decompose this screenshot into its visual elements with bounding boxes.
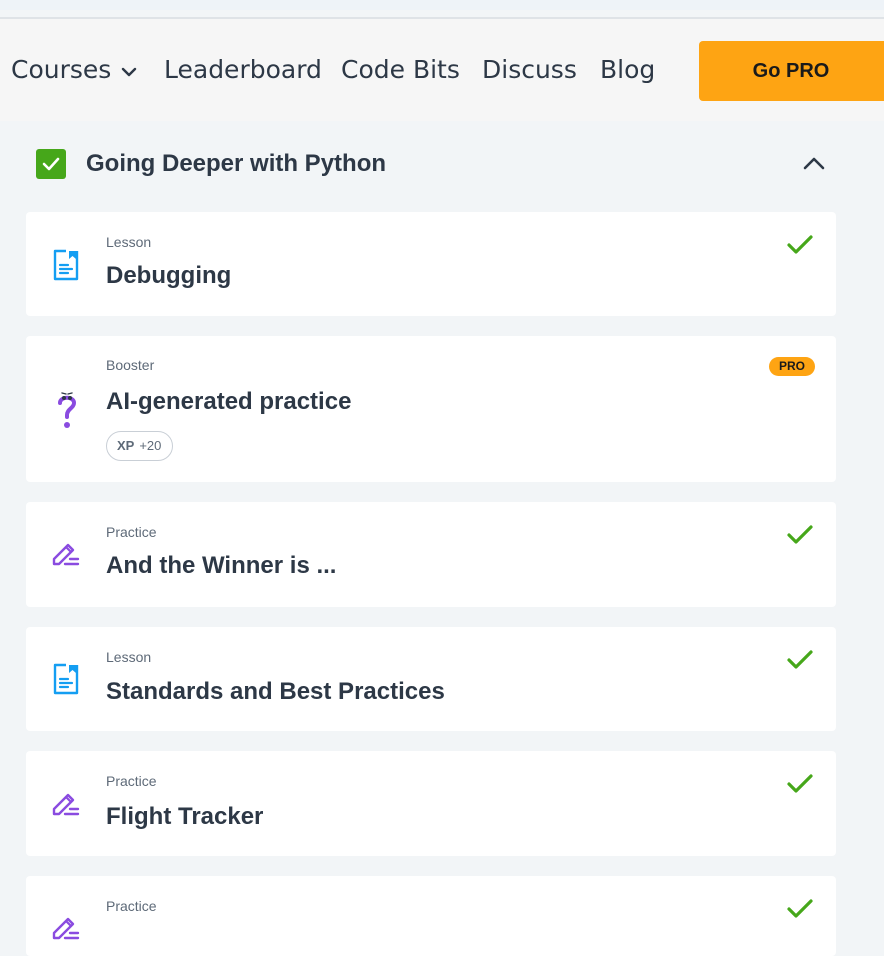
lesson-card[interactable]: Practice Flight Tracker <box>26 751 836 856</box>
pencil-icon <box>50 538 80 573</box>
lesson-card[interactable]: Lesson Debugging <box>26 212 836 316</box>
lesson-type-label: Booster <box>106 357 155 373</box>
check-icon <box>786 898 814 925</box>
lesson-card[interactable]: Booster AI-generated practice PRO XP +20 <box>26 336 836 482</box>
lesson-type-label: Lesson <box>106 649 152 665</box>
go-pro-button[interactable]: Go PRO <box>699 41 884 101</box>
pencil-icon <box>50 912 80 947</box>
lesson-card[interactable]: Practice And the Winner is ... <box>26 502 836 607</box>
xp-value: +20 <box>139 438 162 453</box>
top-navbar: Courses Leaderboard Code Bits Discuss Bl… <box>0 19 884 121</box>
check-icon <box>42 157 60 171</box>
nav-leaderboard[interactable]: Leaderboard <box>164 55 322 85</box>
lesson-title: Flight Tracker <box>106 803 264 830</box>
xp-badge: XP +20 <box>106 431 173 461</box>
nav-courses[interactable]: Courses <box>11 55 137 85</box>
pencil-icon <box>50 788 80 823</box>
module-header: Going Deeper with Python <box>0 121 884 207</box>
check-icon <box>786 524 814 551</box>
check-icon <box>786 773 814 800</box>
lesson-icon <box>50 248 80 287</box>
lesson-card[interactable]: Practice <box>26 876 836 956</box>
lesson-title: And the Winner is ... <box>106 552 337 579</box>
lesson-title: Standards and Best Practices <box>106 678 445 705</box>
lesson-type-label: Practice <box>106 898 157 914</box>
lesson-type-label: Lesson <box>106 234 152 250</box>
top-strip <box>0 0 884 10</box>
collapse-button[interactable] <box>800 153 828 175</box>
nav-discuss[interactable]: Discuss <box>482 55 577 85</box>
chevron-up-icon <box>803 157 825 170</box>
check-icon <box>786 234 814 261</box>
lesson-type-label: Practice <box>106 773 157 789</box>
nav-courses-label: Courses <box>11 55 112 84</box>
question-mark-icon <box>54 390 80 435</box>
lesson-title: AI-generated practice <box>106 388 352 415</box>
xp-label: XP <box>117 438 135 453</box>
lesson-card[interactable]: Lesson Standards and Best Practices <box>26 627 836 731</box>
check-icon <box>786 649 814 676</box>
lesson-icon <box>50 662 80 701</box>
nav-blog[interactable]: Blog <box>600 55 655 85</box>
module-title: Going Deeper with Python <box>86 150 387 177</box>
lesson-title: Debugging <box>106 262 232 289</box>
chevron-down-icon <box>121 54 137 84</box>
module-complete-checkbox <box>36 149 66 179</box>
nav-code-bits[interactable]: Code Bits <box>341 55 460 85</box>
lesson-type-label: Practice <box>106 524 157 540</box>
pro-badge: PRO <box>769 357 815 376</box>
